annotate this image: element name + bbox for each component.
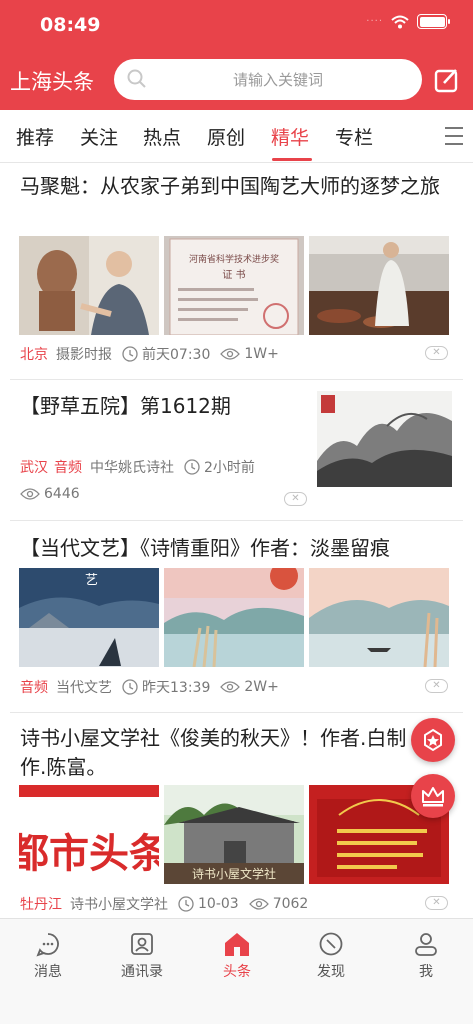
divider [10, 379, 463, 380]
signal-icon: ···· [366, 16, 383, 27]
publish-time: 昨天13:39 [142, 680, 211, 696]
article-images: 都市头条 诗书小屋文学社 [19, 785, 449, 884]
header: 08:49 ···· 上海头条 请输入关键词 [0, 0, 473, 110]
article-title[interactable]: 诗书小屋文学社《俊美的秋天》！作者.白制作.陈富。 [20, 724, 420, 782]
tab-hot[interactable]: 热点 [143, 123, 181, 150]
source-name[interactable]: 摄影时报 [56, 344, 112, 364]
article-image[interactable] [309, 236, 449, 335]
badge-fab-button[interactable] [411, 718, 455, 762]
wifi-icon [391, 15, 409, 28]
eye-icon [220, 348, 241, 360]
dismiss-button[interactable]: ✕ [284, 492, 307, 506]
status-time: 08:49 [40, 14, 101, 36]
audio-tag[interactable]: 音频 [20, 677, 48, 697]
article-meta: 音频 当代文艺 昨天13:39 2W+ [20, 677, 279, 697]
source-name[interactable]: 当代文艺 [56, 677, 112, 697]
nav-label: 通讯录 [121, 964, 163, 980]
publish-time: 前天07:30 [142, 347, 211, 363]
divider [10, 712, 463, 713]
dismiss-button[interactable]: ✕ [425, 346, 448, 360]
article-images: 艺 [19, 568, 449, 667]
eye-icon [248, 898, 269, 910]
tab-follow[interactable]: 关注 [80, 123, 118, 150]
article-image[interactable] [317, 391, 452, 487]
status-icons: ···· [366, 14, 450, 29]
view-count: 6446 [44, 486, 80, 502]
clock-icon [122, 346, 138, 362]
nav-contacts[interactable]: 通讯录 [102, 931, 182, 981]
nav-label: 头条 [223, 964, 251, 980]
sign-text: 诗书小屋文学社 [192, 866, 276, 881]
home-icon [225, 933, 249, 956]
clock-icon [184, 459, 200, 475]
search-icon [127, 69, 146, 88]
search-input[interactable]: 请输入关键词 [114, 59, 422, 100]
article-image[interactable]: 艺 [19, 568, 159, 667]
article-image[interactable] [309, 568, 449, 667]
article-image[interactable]: 诗书小屋文学社 [164, 785, 304, 884]
star-badge-icon [424, 728, 442, 752]
article-images [317, 391, 452, 487]
tab-column[interactable]: 专栏 [335, 123, 373, 150]
article-image[interactable] [164, 568, 304, 667]
article-title[interactable]: 马聚魁：从农家子弟到中国陶艺大师的逐梦之旅 [20, 172, 452, 201]
app-brand: 上海头条 [10, 70, 94, 94]
view-count: 2W+ [244, 679, 279, 695]
clock-icon [178, 896, 194, 912]
search-placeholder: 请输入关键词 [232, 71, 323, 89]
category-tabs: 推荐 关注 热点 原创 精华 专栏 [0, 110, 473, 163]
bottom-navigation: 消息 通讯录 头条 发现 我 [0, 918, 473, 1024]
dismiss-button[interactable]: ✕ [425, 679, 448, 693]
nav-me[interactable]: 我 [386, 931, 466, 981]
battery-icon [417, 14, 450, 29]
article-meta: 北京 摄影时报 前天07:30 1W+ [20, 344, 279, 364]
article-image[interactable]: 都市头条 [19, 785, 159, 884]
source-name[interactable]: 诗书小屋文学社 [70, 894, 168, 914]
svg-text:艺: 艺 [85, 573, 98, 588]
nav-label: 我 [419, 964, 433, 980]
article-title[interactable]: 【当代文艺】《诗情重阳》作者：淡墨留痕 [20, 534, 452, 563]
calligraphy-text: 都市头条 [19, 831, 159, 877]
view-count: 1W+ [244, 346, 279, 362]
crown-icon [422, 787, 444, 807]
article-images: 河南省科学技术进步奖 证 书 [19, 236, 449, 335]
active-tab-indicator [272, 158, 312, 161]
tab-featured[interactable]: 精华 [271, 123, 309, 150]
divider [10, 520, 463, 521]
nav-label: 消息 [34, 964, 62, 980]
certificate-title: 证 书 [222, 269, 245, 281]
clock-icon [122, 679, 138, 695]
audio-tag[interactable]: 音频 [54, 457, 82, 477]
source-name[interactable]: 中华姚氏诗社 [90, 457, 174, 477]
article-image[interactable] [19, 236, 159, 335]
location-tag[interactable]: 牡丹江 [20, 894, 62, 914]
user-icon [415, 933, 437, 956]
article-meta-views: 6446 [20, 486, 80, 502]
article-meta: 牡丹江 诗书小屋文学社 10-03 7062 [20, 894, 308, 914]
article-title[interactable]: 【野草五院】第1612期 [20, 392, 300, 421]
eye-icon [20, 488, 40, 500]
crown-fab-button[interactable] [411, 774, 455, 818]
view-count: 7062 [272, 896, 309, 912]
contacts-icon [131, 933, 153, 955]
dismiss-button[interactable]: ✕ [425, 896, 448, 910]
nav-discover[interactable]: 发现 [291, 931, 371, 981]
location-tag[interactable]: 北京 [20, 344, 48, 364]
tab-original[interactable]: 原创 [207, 123, 245, 150]
menu-icon[interactable] [445, 127, 463, 151]
certificate-heading: 河南省科学技术进步奖 [189, 253, 279, 265]
chat-icon [36, 933, 59, 957]
article-meta: 武汉 音频 中华姚氏诗社 2小时前 [20, 457, 255, 477]
publish-time: 10-03 [198, 896, 239, 912]
location-tag[interactable]: 武汉 [20, 457, 48, 477]
nav-messages[interactable]: 消息 [8, 931, 88, 981]
edit-icon[interactable] [434, 67, 460, 93]
compass-icon [319, 932, 343, 956]
publish-time: 2小时前 [204, 460, 255, 476]
article-image[interactable]: 河南省科学技术进步奖 证 书 [164, 236, 304, 335]
eye-icon [220, 681, 241, 693]
tab-recommend[interactable]: 推荐 [16, 123, 54, 150]
nav-headlines[interactable]: 头条 [197, 931, 277, 981]
nav-label: 发现 [317, 964, 345, 980]
